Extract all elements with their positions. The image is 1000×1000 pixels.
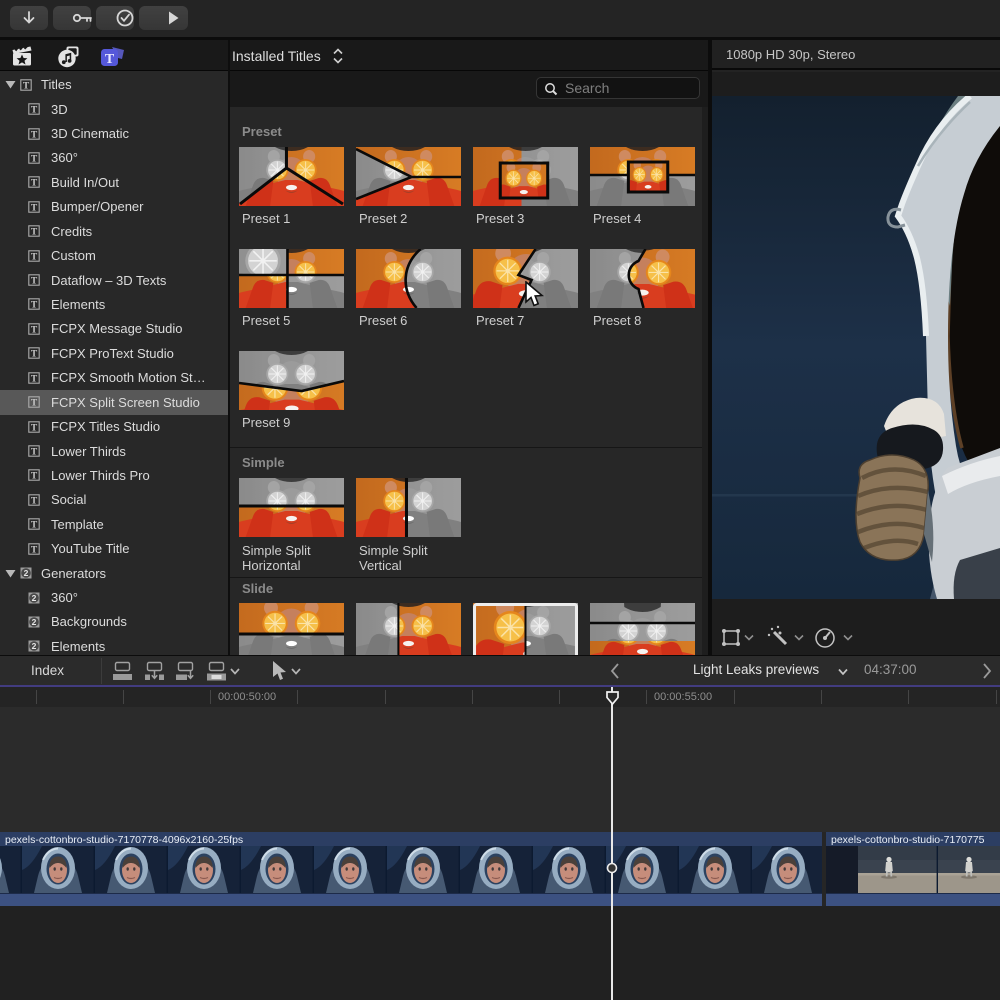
svg-text:2: 2	[32, 641, 37, 651]
svg-text:T: T	[31, 252, 38, 262]
svg-text:T: T	[31, 545, 38, 555]
svg-text:T: T	[31, 521, 38, 531]
svg-text:T: T	[31, 423, 38, 433]
svg-text:T: T	[31, 325, 38, 335]
svg-text:T: T	[31, 447, 38, 457]
svg-text:T: T	[31, 203, 38, 213]
svg-text:T: T	[31, 105, 38, 115]
svg-text:2: 2	[32, 617, 37, 627]
svg-text:T: T	[31, 179, 38, 189]
svg-text:T: T	[31, 301, 38, 311]
svg-text:T: T	[31, 228, 38, 238]
svg-text:T: T	[31, 496, 38, 506]
svg-text:2: 2	[32, 593, 37, 603]
svg-text:T: T	[31, 398, 38, 408]
svg-text:T: T	[23, 81, 30, 91]
svg-text:T: T	[31, 350, 38, 360]
svg-text:T: T	[31, 154, 38, 164]
svg-text:T: T	[31, 276, 38, 286]
svg-text:T: T	[31, 130, 38, 140]
svg-text:T: T	[31, 472, 38, 482]
svg-text:T: T	[31, 374, 38, 384]
svg-text:2: 2	[24, 568, 29, 578]
svg-text:T: T	[105, 52, 115, 67]
